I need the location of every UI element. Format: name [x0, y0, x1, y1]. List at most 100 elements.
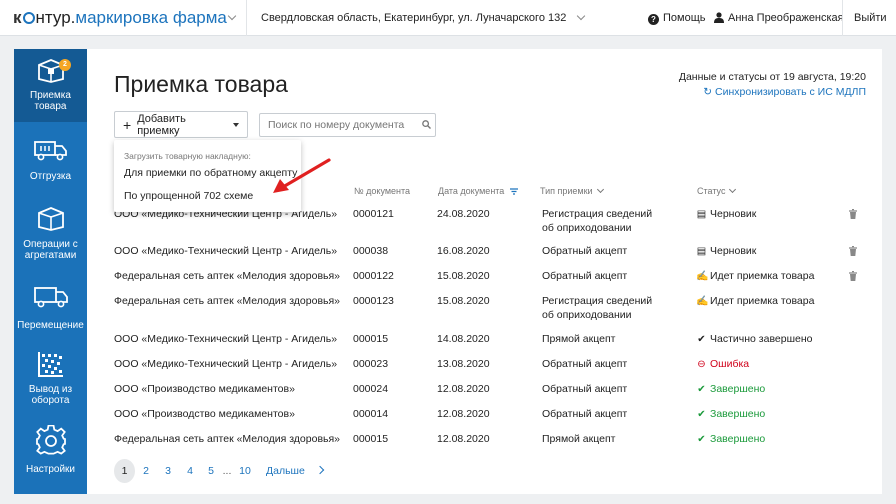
page-ellipsis: ...	[222, 465, 232, 477]
page-3[interactable]: 3	[161, 459, 175, 483]
product-switch-chevron-icon[interactable]	[227, 11, 237, 21]
user-menu[interactable]: Анна Преображенская	[714, 12, 844, 24]
doc-date-cell: 12.08.2020	[437, 433, 490, 445]
doc-number-cell: 000015	[353, 433, 389, 445]
user-name: Анна Преображенская	[728, 12, 844, 24]
type-cell-line2: об оприходовании	[542, 309, 632, 321]
status-text: Завершено	[710, 383, 766, 395]
dropdown-caption: Загрузить товарную накладную:	[124, 151, 251, 161]
supplier-cell: Федеральная сеть аптек «Мелодия здоровья…	[114, 270, 341, 282]
column-header-label: Статус	[697, 186, 726, 196]
sidebar-item-withdrawal[interactable]: Вывод из оборота	[14, 347, 87, 411]
check-icon: ✔	[697, 334, 706, 345]
sidebar-item-transfer[interactable]: Перемещение	[14, 281, 87, 341]
status-badge: ✔ Завершено	[696, 433, 765, 446]
status-text: Завершено	[710, 433, 766, 445]
help-label: Помощь	[663, 12, 706, 24]
type-cell: Прямой акцепт	[542, 333, 616, 345]
trash-icon[interactable]	[849, 271, 857, 281]
status-text: Идет приемка товара	[710, 295, 815, 307]
divider	[842, 0, 843, 36]
status-text: Черновик	[710, 245, 757, 257]
status-badge: ✍ Идет приемка товара	[696, 295, 814, 308]
doc-date-cell: 14.08.2020	[437, 333, 490, 345]
supplier-cell: ООО «Производство медикаментов»	[114, 383, 295, 395]
supplier-cell: ООО «Медико-Технический Центр - Агидель»	[114, 245, 338, 257]
page-4[interactable]: 4	[183, 459, 197, 483]
page-2[interactable]: 2	[139, 459, 153, 483]
status-badge: ✔ Завершено	[696, 383, 765, 396]
type-cell: Обратный акцепт	[542, 358, 628, 370]
truck-icon	[33, 141, 67, 161]
add-button-label: Добавить приемку	[137, 112, 186, 137]
sync-link-label: Синхронизировать с ИС МДЛП	[715, 86, 866, 98]
column-header-label: Тип приемки	[540, 186, 593, 196]
sidebar: 2 Приемка товара Отгрузка Операции с агр…	[14, 49, 87, 494]
type-cell: Регистрация сведений	[542, 208, 653, 220]
doc-date-cell: 24.08.2020	[437, 208, 490, 220]
doc-number-cell: 000014	[353, 408, 389, 420]
column-header-doc-number[interactable]: № документа	[354, 186, 410, 196]
sidebar-item-label: Вывод из оборота	[28, 384, 73, 406]
column-header-type[interactable]: Тип приемки	[540, 185, 604, 196]
document-icon: ▤	[696, 246, 707, 257]
doc-date-cell: 12.08.2020	[437, 383, 490, 395]
sidebar-item-label: Приемка товара	[30, 90, 71, 112]
next-page-link[interactable]: Дальше	[266, 459, 324, 483]
status-badge: ▤ Черновик	[696, 208, 757, 221]
sidebar-item-aggregates[interactable]: Операции с агрегатами	[14, 201, 87, 271]
status-badge: ▤ Черновик	[696, 245, 757, 258]
doc-date-cell: 15.08.2020	[437, 270, 490, 282]
sort-icon	[509, 188, 518, 195]
logo[interactable]: к нтур.маркировка фарма	[13, 8, 227, 28]
logo-ring-icon	[22, 12, 35, 24]
trash-icon[interactable]	[849, 246, 857, 256]
search-input[interactable]	[259, 113, 436, 137]
type-cell: Обратный акцепт	[542, 270, 628, 282]
page-10[interactable]: 10	[237, 459, 253, 483]
status-badge: ✔ Частично завершено	[696, 333, 812, 346]
search-icon[interactable]	[422, 120, 431, 129]
logout-button[interactable]: Выйти	[854, 12, 887, 24]
notification-badge: 2	[59, 59, 71, 71]
sidebar-item-label: Настройки	[25, 464, 76, 475]
trash-icon[interactable]	[849, 209, 857, 219]
add-receiving-button[interactable]: + Добавить приемку	[114, 111, 248, 138]
dropdown-item-simplified-702[interactable]: По упрощенной 702 схеме	[124, 190, 253, 202]
column-header-doc-date[interactable]: Дата документа	[438, 186, 518, 196]
help-icon: ?	[648, 14, 659, 25]
location-text: Свердловская область, Екатеринбург, ул. …	[261, 12, 567, 24]
type-cell: Обратный акцепт	[542, 383, 628, 395]
sidebar-item-shipping[interactable]: Отгрузка	[14, 129, 87, 189]
top-bar: к нтур.маркировка фарма Свердловская обла…	[0, 0, 896, 36]
status-text: Частично завершено	[710, 333, 813, 345]
column-header-status[interactable]: Статус	[697, 185, 737, 196]
sidebar-item-receiving[interactable]: 2 Приемка товара	[14, 49, 87, 122]
type-cell: Обратный акцепт	[542, 408, 628, 420]
location-selector[interactable]: Свердловская область, Екатеринбург, ул. …	[261, 11, 586, 24]
annotation-arrow-icon	[273, 158, 331, 193]
supplier-cell: ООО «Медико-Технический Центр - Агидель»	[114, 358, 338, 370]
supplier-cell: ООО «Производство медикаментов»	[114, 408, 295, 420]
check-icon: ✔	[697, 409, 706, 420]
divider	[246, 0, 247, 36]
page-title: Приемка товара	[114, 71, 288, 97]
page-5[interactable]: 5	[204, 459, 218, 483]
caret-down-icon	[233, 122, 239, 127]
package-icon	[37, 207, 64, 231]
sidebar-item-label: Перемещение	[17, 320, 84, 331]
doc-number-cell: 0000123	[353, 295, 394, 307]
check-icon: ✔	[697, 384, 706, 395]
document-icon: ▤	[696, 209, 707, 220]
sync-link[interactable]: ↻ Синхронизировать с ИС МДЛП	[703, 86, 866, 98]
page-1[interactable]: 1	[114, 459, 135, 483]
sidebar-item-settings[interactable]: Настройки	[14, 421, 87, 481]
truck-move-icon	[33, 287, 68, 308]
chevron-down-icon	[577, 11, 586, 21]
doc-date-cell: 12.08.2020	[437, 408, 490, 420]
main-content: Приемка товара Данные и статусы от 19 ав…	[87, 49, 882, 494]
help-link[interactable]: ? Помощь	[648, 12, 706, 25]
chevron-right-icon	[315, 465, 324, 475]
status-text: Завершено	[710, 408, 766, 420]
doc-number-cell: 0000122	[353, 270, 394, 282]
